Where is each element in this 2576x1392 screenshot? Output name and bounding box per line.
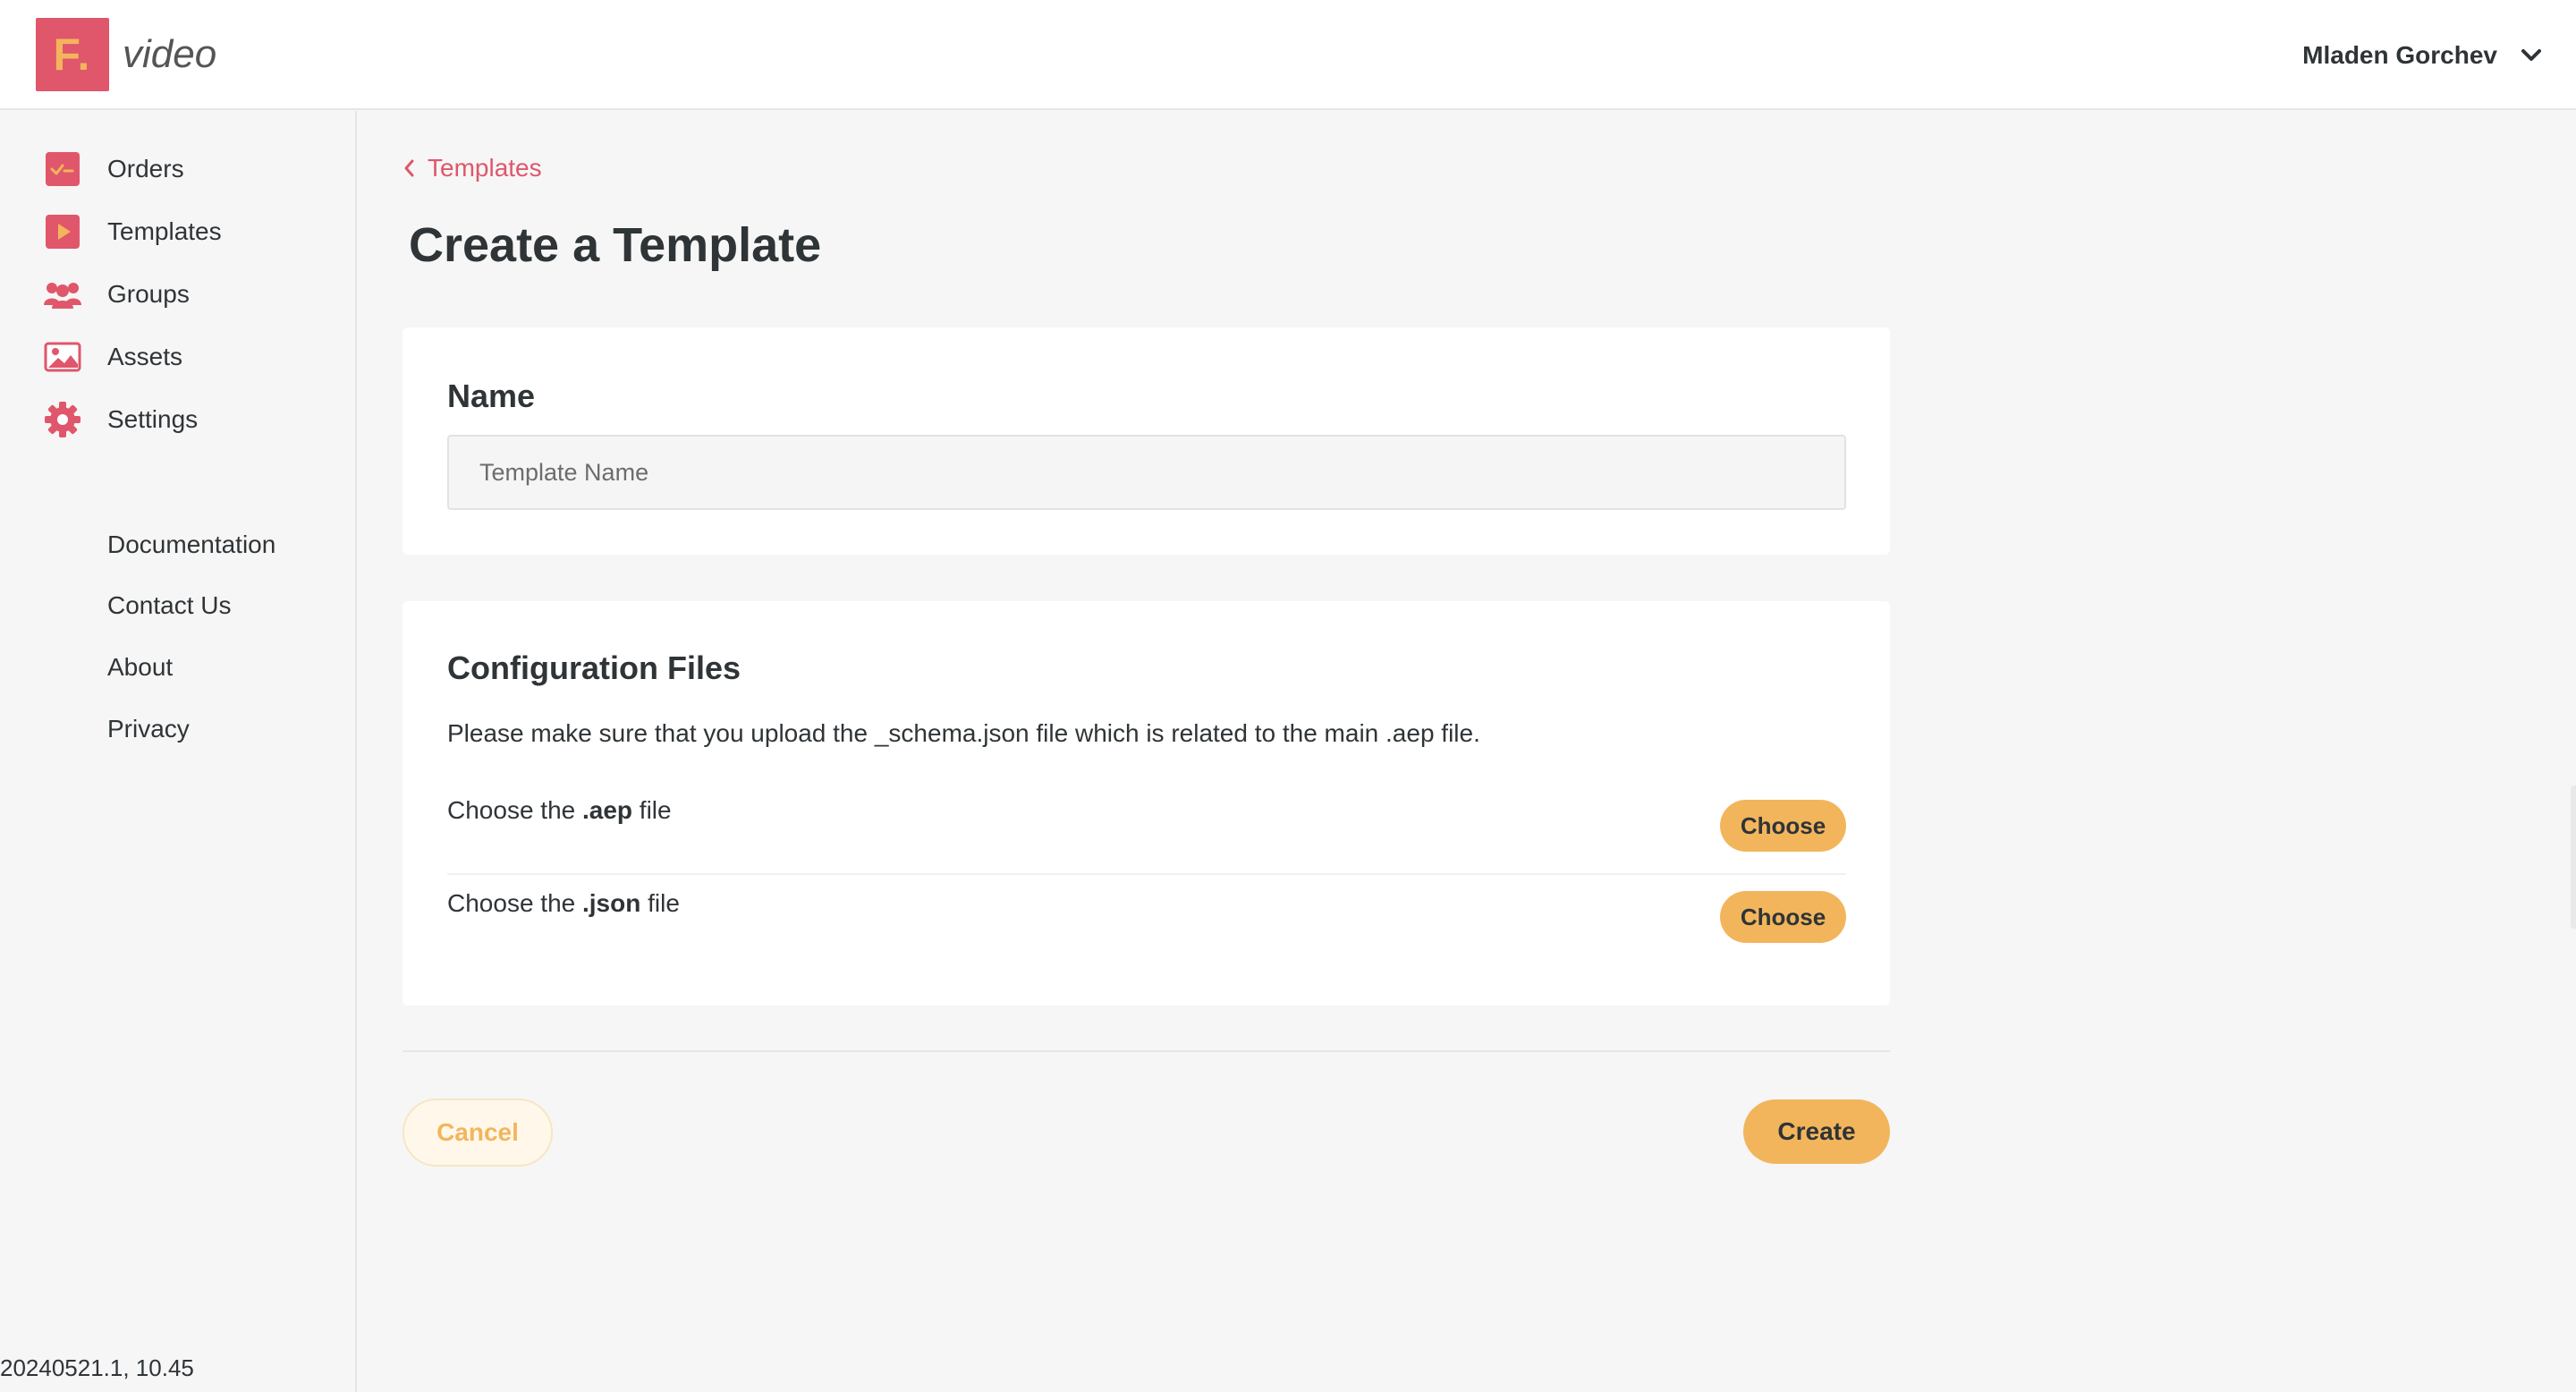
- actions-divider: [402, 1050, 1890, 1052]
- choose-aep-button[interactable]: Choose: [1720, 800, 1846, 852]
- sidebar-item-groups[interactable]: Groups: [43, 272, 190, 317]
- configuration-files-heading: Configuration Files: [447, 649, 741, 686]
- user-menu[interactable]: Mladen Gorchev: [2302, 36, 2542, 75]
- name-heading: Name: [447, 378, 536, 414]
- cancel-button[interactable]: Cancel: [402, 1099, 553, 1167]
- sidebar-item-label: Orders: [107, 155, 184, 182]
- chevron-down-icon[interactable]: [2521, 48, 2542, 63]
- name-card: Name: [402, 327, 1890, 555]
- play-icon: [43, 212, 82, 251]
- breadcrumb[interactable]: Templates: [402, 154, 542, 182]
- template-name-input[interactable]: [447, 435, 1846, 510]
- chevron-left-icon: [402, 158, 415, 178]
- user-name: Mladen Gorchev: [2302, 41, 2497, 69]
- file-label-prefix: Choose the: [447, 889, 582, 917]
- top-header: F. video Mladen Gorchev: [0, 0, 2576, 110]
- users-icon: [43, 275, 82, 314]
- aep-file-row: Choose the .aep file Choose: [447, 785, 1846, 875]
- sidebar-item-assets[interactable]: Assets: [43, 335, 182, 379]
- contact-us-link[interactable]: Contact Us: [107, 591, 232, 620]
- configuration-files-card: Configuration Files Please make sure tha…: [402, 601, 1890, 1006]
- gear-icon: [43, 400, 82, 439]
- sidebar-item-label: Groups: [107, 280, 190, 308]
- sidebar: Orders Templates Groups Assets Settings …: [0, 111, 357, 1392]
- documentation-link[interactable]: Documentation: [107, 530, 275, 559]
- file-extension: .aep: [582, 796, 633, 824]
- sidebar-item-label: Templates: [107, 217, 222, 245]
- file-extension: .json: [582, 889, 641, 917]
- about-link[interactable]: About: [107, 653, 173, 682]
- breadcrumb-templates[interactable]: Templates: [428, 154, 542, 182]
- sidebar-item-settings[interactable]: Settings: [43, 397, 198, 442]
- file-label-suffix: file: [640, 889, 680, 917]
- sidebar-item-templates[interactable]: Templates: [43, 209, 222, 254]
- image-icon: [43, 337, 82, 377]
- aep-file-label: Choose the .aep file: [447, 796, 672, 825]
- sidebar-item-label: Settings: [107, 405, 199, 433]
- choose-json-button[interactable]: Choose: [1720, 891, 1846, 943]
- side-drawer-handle[interactable]: [2571, 785, 2576, 929]
- sidebar-item-label: Assets: [107, 343, 183, 370]
- file-label-suffix: file: [632, 796, 672, 824]
- json-file-row: Choose the .json file Choose: [447, 877, 1846, 966]
- file-label-prefix: Choose the: [447, 796, 582, 824]
- json-file-label: Choose the .json file: [447, 889, 680, 918]
- logo-text: video: [123, 32, 217, 76]
- orders-icon: [43, 149, 82, 189]
- version-label: 20240521.1, 10.45: [0, 1354, 194, 1381]
- sidebar-item-orders[interactable]: Orders: [43, 147, 184, 191]
- configuration-description: Please make sure that you upload the _sc…: [447, 719, 1480, 747]
- page-title: Create a Template: [409, 218, 822, 272]
- logo-letter: F.: [53, 30, 92, 80]
- create-button[interactable]: Create: [1743, 1099, 1890, 1164]
- app-logo[interactable]: F.: [36, 18, 109, 91]
- privacy-link[interactable]: Privacy: [107, 715, 190, 743]
